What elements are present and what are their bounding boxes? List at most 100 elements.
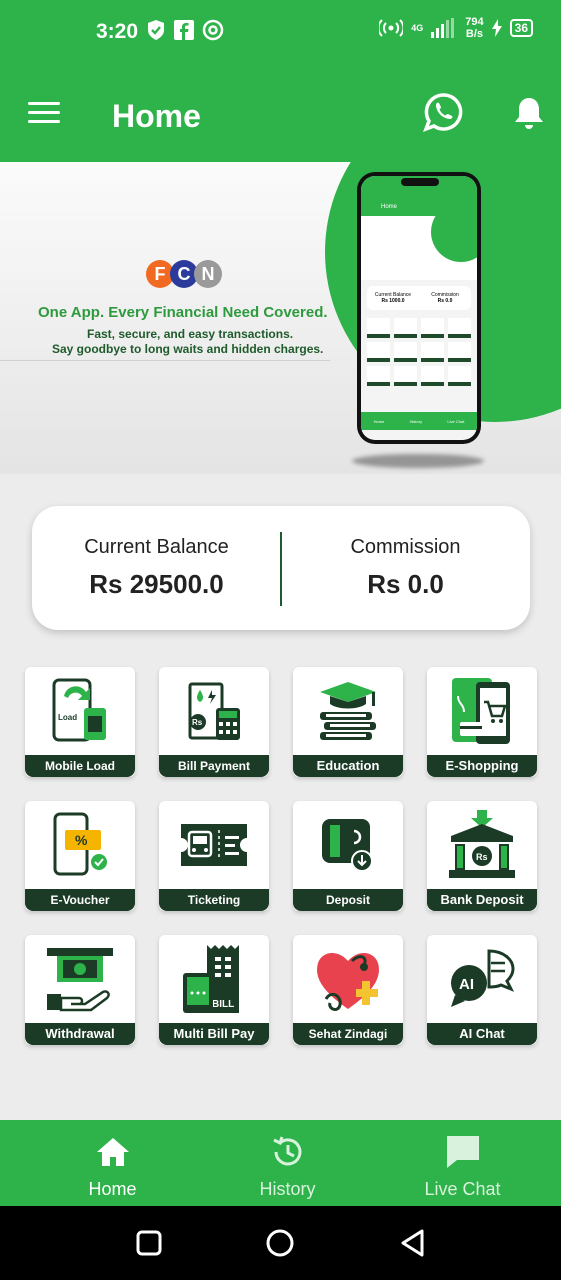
service-sehat-zindagi[interactable]: Sehat Zindagi — [293, 935, 403, 1045]
nav-home[interactable]: Home — [25, 1120, 200, 1206]
service-label: E-Shopping — [427, 755, 537, 777]
app-bar: Home — [0, 62, 561, 162]
education-icon — [320, 682, 376, 740]
nav-live-chat-label: Live Chat — [424, 1179, 501, 1199]
mobile-load-icon-text: Load — [58, 713, 77, 722]
banner-divider — [0, 360, 330, 361]
service-label: Multi Bill Pay — [159, 1023, 269, 1045]
bank-deposit-icon-text: Rs — [476, 852, 488, 862]
phone-shadow — [352, 454, 484, 468]
recent-apps-icon[interactable] — [134, 1228, 164, 1258]
phone-mockup-nav-history: History — [409, 418, 423, 424]
current-balance-section: Current Balance Rs 29500.0 — [32, 506, 281, 630]
service-label: E-Voucher — [25, 889, 135, 911]
status-time: 3:20 — [96, 20, 139, 43]
withdrawal-icon — [47, 948, 113, 1012]
deposit-icon — [322, 819, 373, 872]
status-notification-icons — [146, 19, 224, 41]
banner-headline: One App. Every Financial Need Covered. — [38, 304, 328, 321]
network-speed-value: 794 — [465, 16, 484, 28]
service-withdrawal[interactable]: Withdrawal — [25, 935, 135, 1045]
back-button-icon[interactable] — [398, 1228, 428, 1258]
home-icon — [96, 1138, 129, 1166]
phone-mockup-balance: Current Balance Rs 1000.0 Commission Rs 0.… — [367, 286, 471, 310]
nav-history[interactable]: History — [200, 1120, 375, 1206]
charging-icon — [491, 19, 502, 37]
phone-mockup-nav-home: Home — [373, 418, 385, 424]
facebook-icon — [174, 20, 194, 40]
service-e-shopping[interactable]: E-Shopping — [427, 667, 537, 777]
service-multi-bill-pay[interactable]: BILL Multi Bill Pay — [159, 935, 269, 1045]
at-sign-icon — [202, 19, 224, 41]
hamburger-menu-icon[interactable] — [28, 102, 60, 126]
service-education[interactable]: Education — [293, 667, 403, 777]
bill-payment-icon-text: Rs — [192, 718, 203, 727]
whatsapp-icon[interactable] — [423, 92, 463, 132]
commission-label: Commission — [350, 536, 461, 558]
signal-icon — [431, 18, 455, 38]
balance-card: Current Balance Rs 29500.0 Commission Rs… — [32, 506, 530, 630]
system-navigation-bar — [0, 1206, 561, 1280]
battery-level: 36 — [509, 19, 533, 37]
status-system-icons: 4G 794 B/s 36 — [379, 16, 533, 40]
nav-live-chat[interactable]: Live Chat — [375, 1120, 550, 1206]
service-ai-chat[interactable]: AI AI Chat — [427, 935, 537, 1045]
banner-phone-mockup: Home Current Balance Rs 1000.0 Commission… — [357, 172, 481, 444]
service-label: Bill Payment — [159, 755, 269, 777]
service-label: Education — [293, 755, 403, 777]
promo-banner[interactable]: F C N One App. Every Financial Need Cove… — [0, 162, 561, 474]
phone-mockup-balance-value: Rs 1000.0 — [381, 298, 405, 304]
service-deposit[interactable]: Deposit — [293, 801, 403, 911]
phone-mockup-nav: Home History Live Chat — [361, 412, 477, 430]
e-voucher-icon: % — [53, 812, 107, 876]
service-bill-payment[interactable]: Rs Bill Payment — [159, 667, 269, 777]
fcn-logo: F C N — [146, 260, 222, 288]
phone-mockup-grid — [361, 316, 477, 388]
home-button-icon[interactable] — [265, 1228, 295, 1258]
phone-mockup-commission-value: Rs 0.0 — [437, 298, 453, 304]
service-label: AI Chat — [427, 1023, 537, 1045]
service-label: Ticketing — [159, 889, 269, 911]
current-balance-value: Rs 29500.0 — [89, 569, 224, 599]
commission-section: Commission Rs 0.0 — [281, 506, 530, 630]
commission-value: Rs 0.0 — [367, 569, 444, 599]
service-mobile-load[interactable]: Load Mobile Load — [25, 667, 135, 777]
banner-subline-2: Say goodbye to long waits and hidden cha… — [52, 342, 324, 356]
sehat-zindagi-icon — [317, 952, 379, 1011]
network-speed: 794 B/s — [465, 16, 483, 40]
service-label: Bank Deposit — [427, 889, 537, 911]
bottom-navigation: Home History Live Chat — [25, 1120, 549, 1206]
status-bar: 3:20 4G 794 B/s 36 — [0, 0, 561, 62]
service-ticketing[interactable]: Ticketing — [159, 801, 269, 911]
phone-mockup-nav-live-chat: Live Chat — [447, 418, 465, 424]
bill-payment-icon: Rs — [188, 682, 240, 740]
multi-bill-pay-icon: BILL — [183, 945, 239, 1013]
history-icon — [272, 1136, 301, 1166]
service-label: Withdrawal — [25, 1023, 135, 1045]
mobile-load-icon: Load — [52, 678, 106, 742]
banner-subline-1: Fast, secure, and easy transactions. — [87, 327, 294, 341]
nav-home-label: Home — [88, 1179, 137, 1199]
page-title: Home — [112, 98, 201, 134]
ticketing-icon — [181, 824, 247, 866]
service-bank-deposit[interactable]: Rs Bank Deposit — [427, 801, 537, 911]
svg-text:%: % — [75, 832, 88, 848]
shield-icon — [148, 20, 164, 40]
hotspot-icon — [379, 19, 404, 37]
notification-bell-icon[interactable] — [513, 96, 545, 130]
chat-bubble-icon — [446, 1136, 479, 1168]
ai-chat-icon-text: AI — [459, 976, 474, 993]
service-label: Mobile Load — [25, 755, 135, 777]
nav-history-label: History — [259, 1179, 316, 1199]
bank-deposit-icon: Rs — [449, 810, 515, 878]
service-label: Sehat Zindagi — [293, 1023, 403, 1045]
e-shopping-icon — [452, 678, 510, 744]
network-speed-unit: B/s — [465, 28, 484, 40]
ai-chat-icon: AI — [451, 949, 515, 1007]
service-label: Deposit — [293, 889, 403, 911]
multi-bill-pay-icon-text: BILL — [212, 999, 234, 1010]
network-type: 4G — [411, 23, 424, 33]
logo-letter-n: N — [194, 260, 222, 288]
service-e-voucher[interactable]: % E-Voucher — [25, 801, 135, 911]
current-balance-label: Current Balance — [84, 536, 229, 558]
